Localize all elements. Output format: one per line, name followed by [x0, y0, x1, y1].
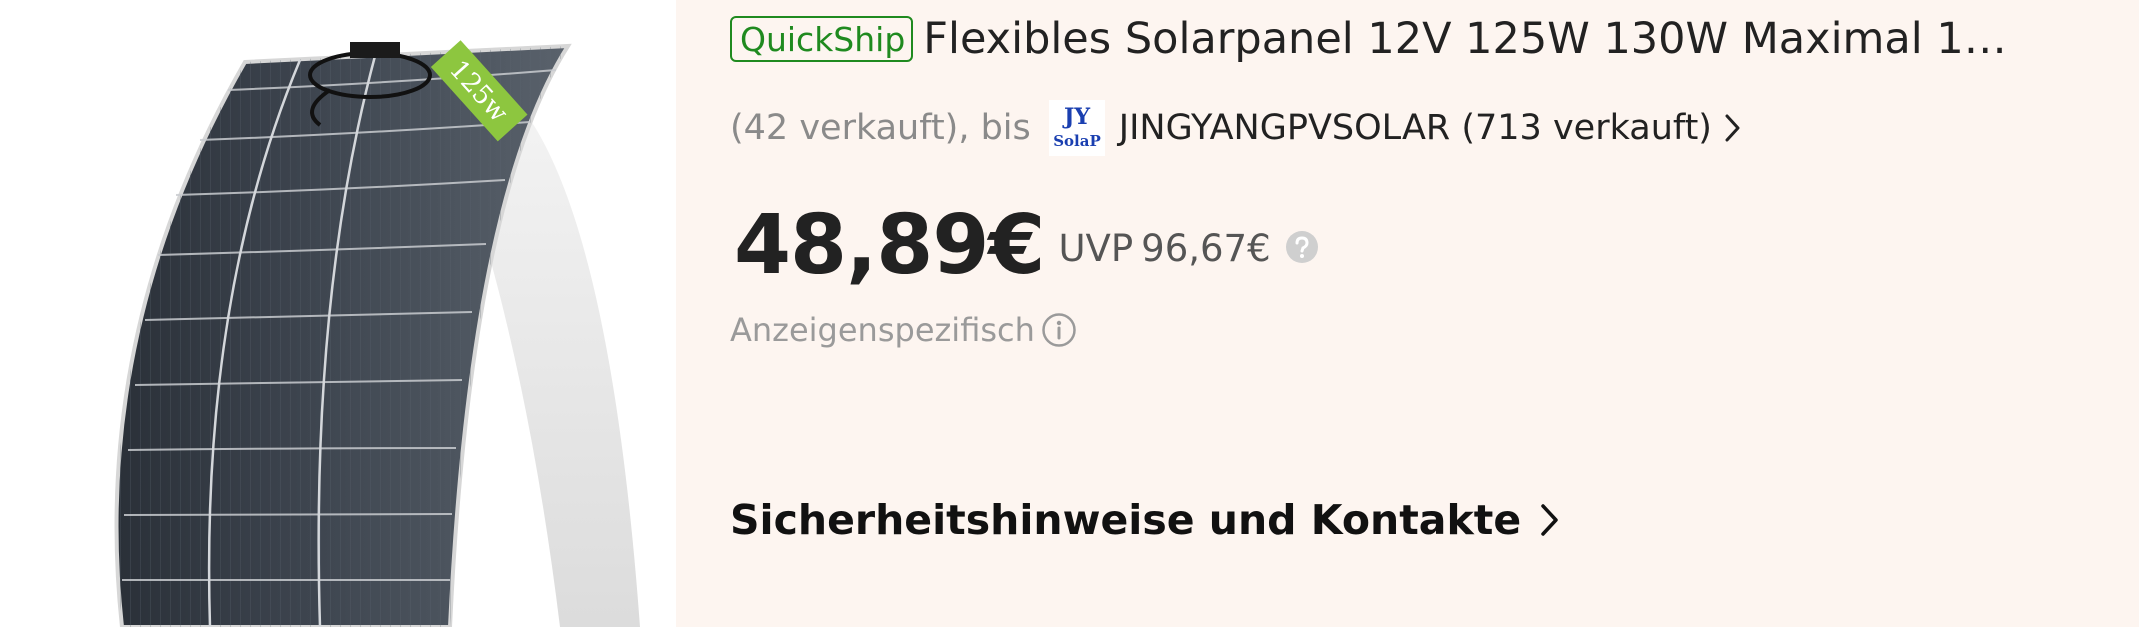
seller-logo-text-bottom: SolaP: [1053, 132, 1101, 150]
quickship-badge: QuickShip: [730, 16, 914, 62]
safety-info-label: Sicherheitshinweise und Kontakte: [730, 496, 1522, 544]
product-image[interactable]: 125w: [0, 0, 676, 627]
product-title[interactable]: Flexibles Solarpanel 12V 125W 130W Maxim…: [923, 14, 2013, 64]
uvp-price: 96,67€: [1141, 226, 1271, 270]
price-row: 48,89€ UVP 96,67€: [734, 197, 1319, 293]
info-circle-icon[interactable]: [1041, 312, 1077, 348]
seller-logo-text-top: JY: [1062, 104, 1090, 130]
product-info-panel: QuickShip Flexibles Solarpanel 12V 125W …: [676, 0, 2139, 627]
seller-row[interactable]: (42 verkauft), bis JY SolaP JINGYANGPVSO…: [730, 100, 1742, 156]
sold-count: (42 verkauft), bis: [730, 108, 1031, 148]
ad-label: Anzeigenspezifisch: [730, 311, 1035, 349]
chevron-right-icon: [1541, 504, 1558, 536]
current-price: 48,89€: [734, 197, 1045, 293]
solar-panel-image: 125w: [114, 40, 640, 627]
safety-info-link[interactable]: Sicherheitshinweise und Kontakte: [730, 490, 1561, 550]
title-row[interactable]: QuickShip Flexibles Solarpanel 12V 125W …: [730, 11, 2120, 67]
seller-logo[interactable]: JY SolaP: [1048, 100, 1105, 156]
chevron-right-icon[interactable]: [1724, 113, 1742, 143]
uvp-label: UVP: [1058, 226, 1134, 270]
ad-row: Anzeigenspezifisch: [730, 308, 1077, 352]
seller-name[interactable]: JINGYANGPVSOLAR (713 verkauft): [1119, 108, 1712, 148]
question-circle-icon[interactable]: [1285, 230, 1319, 264]
